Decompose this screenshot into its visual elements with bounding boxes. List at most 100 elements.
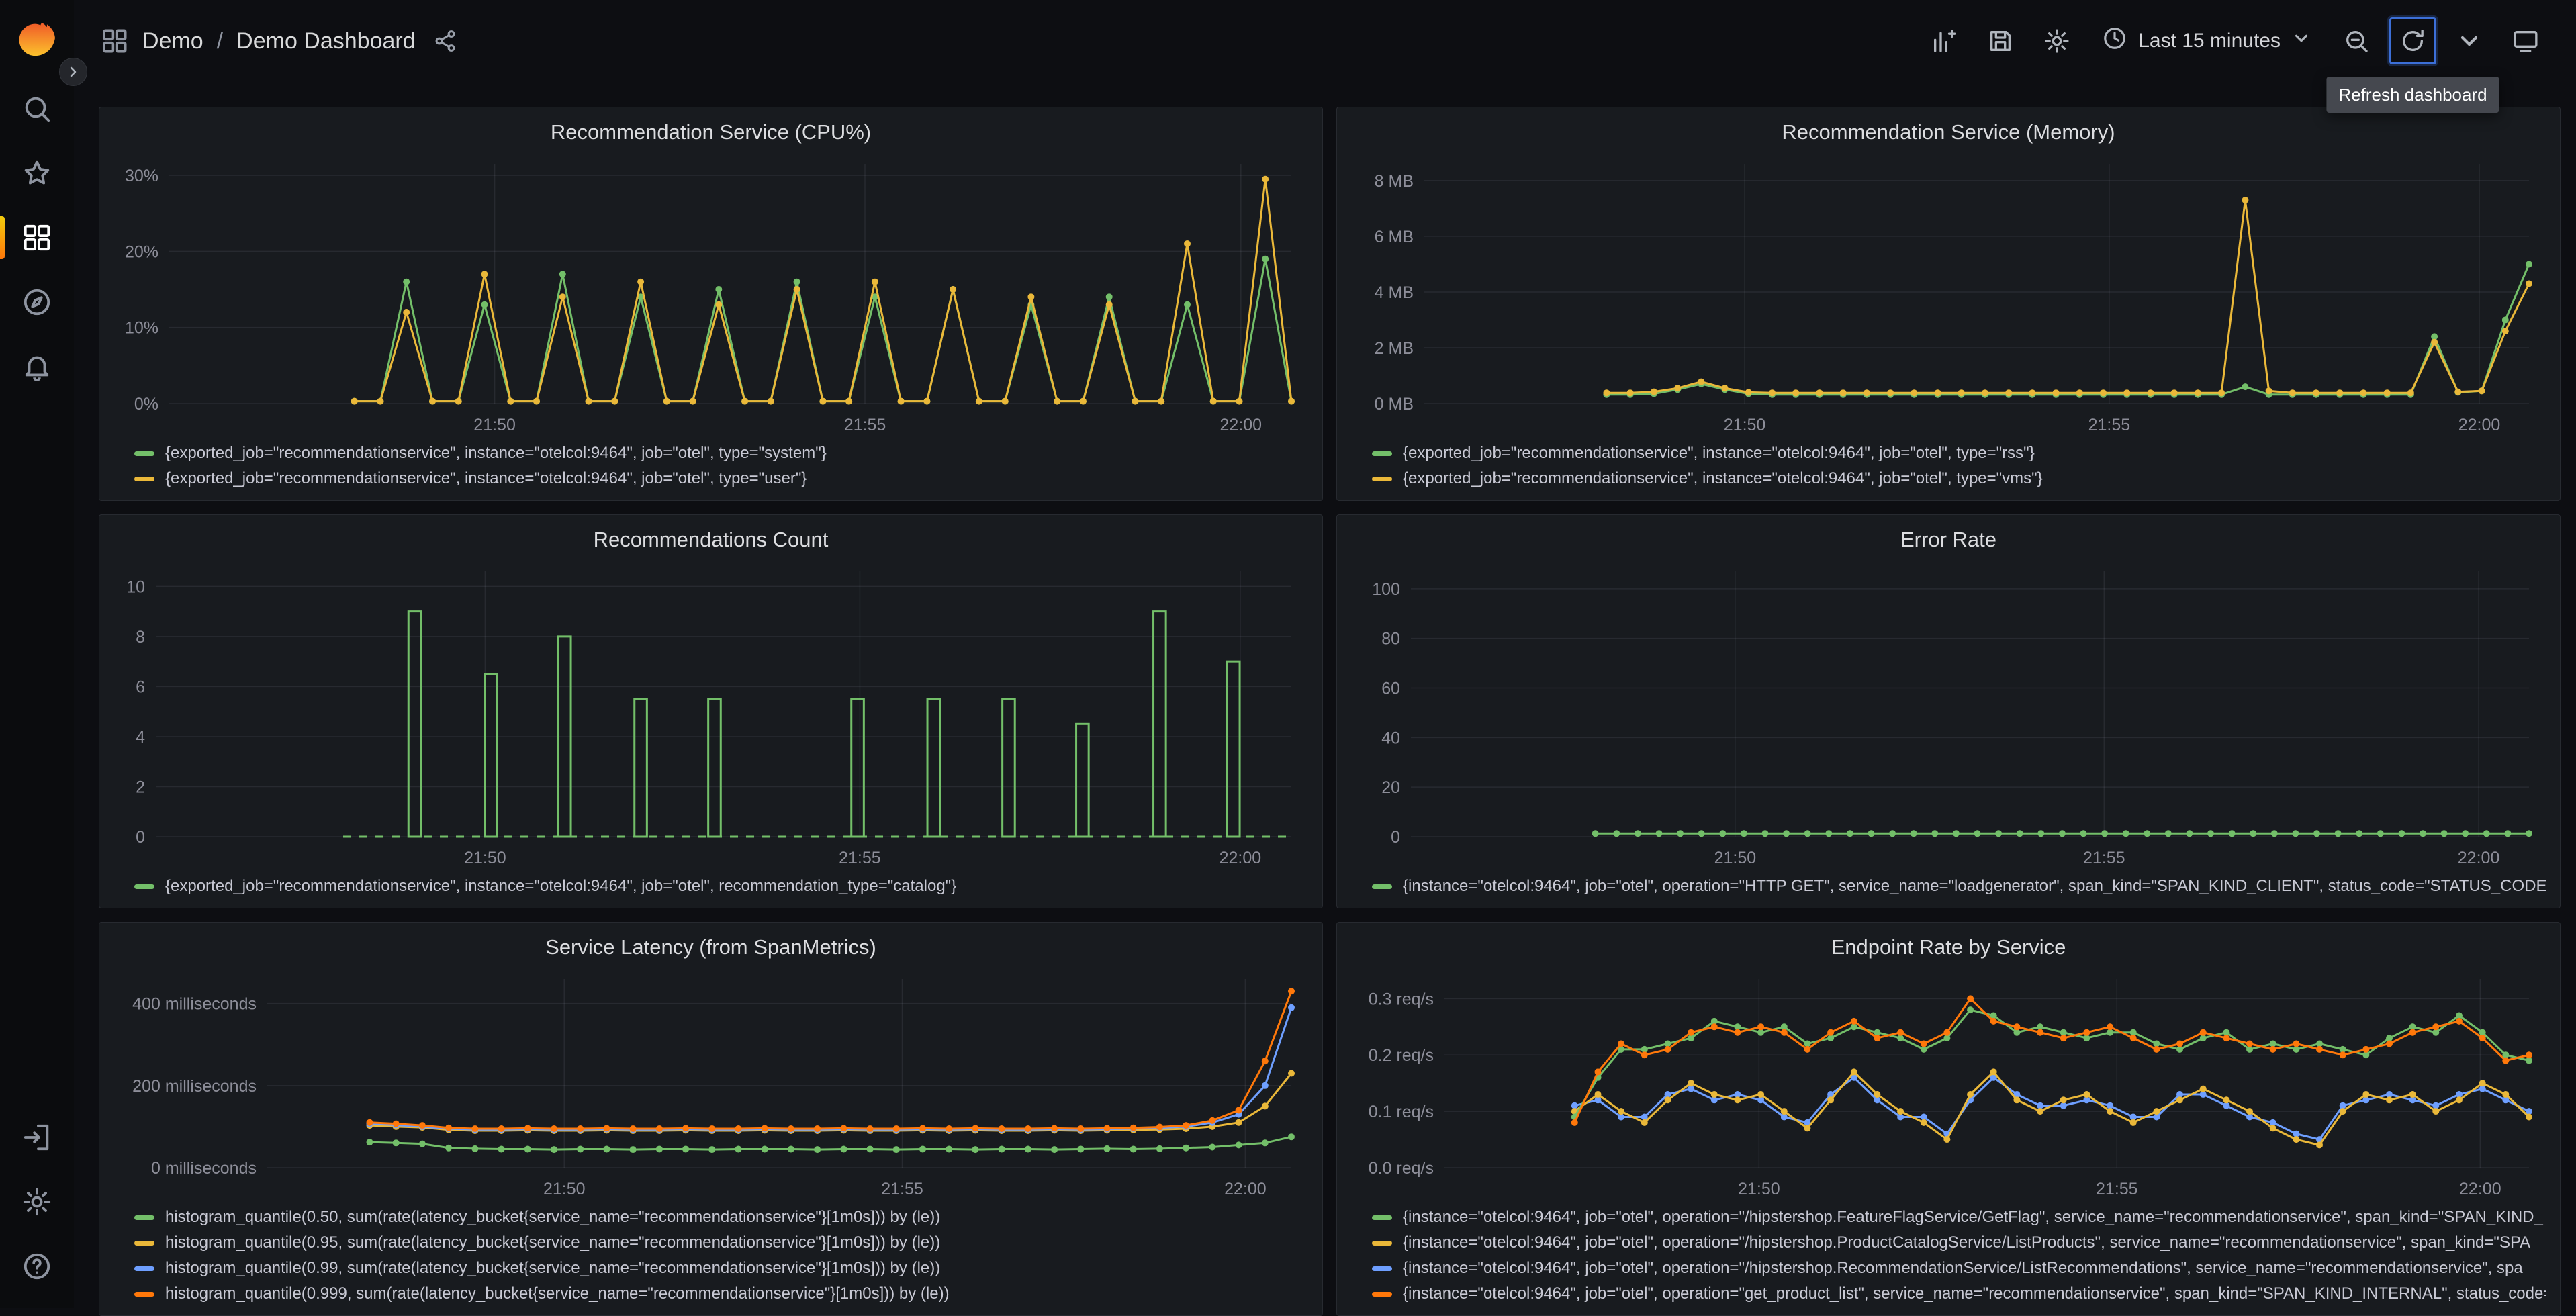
explore-icon[interactable] bbox=[0, 270, 74, 334]
svg-text:22:00: 22:00 bbox=[2458, 849, 2500, 867]
grid-lines bbox=[156, 571, 1291, 837]
legend-item[interactable]: {exported_job="recommendationservice", i… bbox=[1372, 444, 2546, 463]
legend-label: {instance="otelcol:9464", job="otel", op… bbox=[1403, 1259, 2523, 1278]
chart-service-latency[interactable]: 0 milliseconds200 milliseconds400 millis… bbox=[113, 967, 1309, 1203]
legend-color-marker bbox=[134, 451, 154, 456]
svg-text:21:55: 21:55 bbox=[844, 416, 886, 434]
sidebar-expand-button[interactable] bbox=[59, 58, 87, 86]
svg-text:0.1 req/s: 0.1 req/s bbox=[1369, 1102, 1434, 1121]
chart-error-rate[interactable]: 02040608010021:5021:5522:00 bbox=[1350, 559, 2546, 872]
dashboard-settings-icon[interactable] bbox=[2033, 17, 2080, 64]
alerting-bell-icon[interactable] bbox=[0, 334, 74, 399]
time-range-label: Last 15 minutes bbox=[2138, 30, 2281, 52]
svg-text:22:00: 22:00 bbox=[2458, 416, 2501, 434]
legend-label: {instance="otelcol:9464", job="otel", op… bbox=[1403, 1208, 2543, 1227]
legend-color-marker bbox=[134, 1215, 154, 1220]
legend-item[interactable]: {exported_job="recommendationservice", i… bbox=[1372, 469, 2546, 488]
breadcrumb-section[interactable]: Demo bbox=[142, 28, 203, 54]
svg-text:21:50: 21:50 bbox=[1738, 1180, 1780, 1198]
legend-item[interactable]: histogram_quantile(0.95, sum(rate(latenc… bbox=[134, 1233, 1309, 1252]
chart-cpu[interactable]: 0%10%20%30%21:5021:5522:00 bbox=[113, 152, 1309, 438]
sign-in-icon[interactable] bbox=[0, 1105, 74, 1170]
svg-text:22:00: 22:00 bbox=[1220, 849, 1262, 867]
add-panel-icon[interactable] bbox=[1921, 17, 1968, 64]
legend-memory: {exported_job="recommendationservice", i… bbox=[1350, 438, 2546, 489]
save-dashboard-icon[interactable] bbox=[1977, 17, 2024, 64]
help-icon[interactable] bbox=[0, 1234, 74, 1299]
chart-canvas: 0 MB2 MB4 MB6 MB8 MB21:5021:5522:00 bbox=[1350, 152, 2546, 438]
svg-text:30%: 30% bbox=[125, 167, 158, 185]
svg-text:6: 6 bbox=[136, 677, 145, 696]
legend-item[interactable]: {exported_job="recommendationservice", i… bbox=[134, 469, 1309, 488]
chart-endpoint-rate[interactable]: 0.0 req/s0.1 req/s0.2 req/s0.3 req/s21:5… bbox=[1350, 967, 2546, 1203]
panel-title[interactable]: Recommendation Service (Memory) bbox=[1350, 115, 2546, 152]
svg-text:400 milliseconds: 400 milliseconds bbox=[132, 995, 257, 1014]
legend-label: {exported_job="recommendationservice", i… bbox=[165, 877, 956, 896]
svg-text:8 MB: 8 MB bbox=[1375, 172, 1414, 191]
panel-title[interactable]: Service Latency (from SpanMetrics) bbox=[113, 931, 1309, 967]
svg-text:21:50: 21:50 bbox=[464, 849, 506, 867]
zoom-out-icon[interactable] bbox=[2333, 17, 2380, 64]
chart-canvas: 0%10%20%30%21:5021:5522:00 bbox=[113, 152, 1309, 438]
settings-gear-icon[interactable] bbox=[0, 1170, 74, 1234]
share-icon[interactable] bbox=[433, 29, 457, 53]
x-axis-labels: 21:50 21:55 22:00 bbox=[1738, 1180, 2501, 1198]
top-header: Demo / Demo Dashboard Last 15 minutes bbox=[74, 0, 2576, 82]
panel-title[interactable]: Recommendation Service (CPU%) bbox=[113, 115, 1309, 152]
legend-item[interactable]: {instance="otelcol:9464", job="otel", op… bbox=[1372, 1233, 2546, 1252]
legend-item[interactable]: {instance="otelcol:9464", job="otel", op… bbox=[1372, 877, 2546, 896]
clock-icon bbox=[2102, 26, 2127, 56]
legend-item[interactable]: {instance="otelcol:9464", job="otel", op… bbox=[1372, 1208, 2546, 1227]
legend-label: {exported_job="recommendationservice", i… bbox=[1403, 469, 2043, 488]
legend-item[interactable]: {instance="otelcol:9464", job="otel", op… bbox=[1372, 1259, 2546, 1278]
series-0 bbox=[1603, 261, 2532, 397]
legend-item[interactable]: {instance="otelcol:9464", job="otel", op… bbox=[1372, 1284, 2546, 1303]
legend-color-marker bbox=[134, 477, 154, 481]
svg-text:20%: 20% bbox=[125, 242, 158, 261]
x-axis-labels: 21:5021:5522:00 bbox=[1724, 416, 2500, 434]
grafana-logo-icon[interactable] bbox=[15, 17, 59, 62]
chart-memory[interactable]: 0 MB2 MB4 MB6 MB8 MB21:5021:5522:00 bbox=[1350, 152, 2546, 438]
breadcrumb-page[interactable]: Demo Dashboard bbox=[236, 28, 415, 54]
legend-item[interactable]: {exported_job="recommendationservice", i… bbox=[134, 444, 1309, 463]
grid-lines bbox=[267, 979, 1291, 1168]
time-range-picker[interactable]: Last 15 minutes bbox=[2090, 17, 2324, 64]
cycle-view-icon[interactable] bbox=[2502, 17, 2549, 64]
starred-icon[interactable] bbox=[0, 141, 74, 205]
search-icon[interactable] bbox=[0, 77, 74, 141]
legend-color-marker bbox=[1372, 1266, 1392, 1271]
legend-item[interactable]: {exported_job="recommendationservice", i… bbox=[134, 877, 1309, 896]
legend-service-latency: histogram_quantile(0.50, sum(rate(latenc… bbox=[113, 1203, 1309, 1305]
svg-text:21:50: 21:50 bbox=[1714, 849, 1757, 867]
breadcrumb-separator: / bbox=[217, 28, 223, 54]
legend-color-marker bbox=[1372, 1241, 1392, 1246]
chart-canvas: 0 milliseconds200 milliseconds400 millis… bbox=[113, 967, 1309, 1203]
panel-title[interactable]: Recommendations Count bbox=[113, 523, 1309, 559]
legend-error-rate: {instance="otelcol:9464", job="otel", op… bbox=[1350, 872, 2546, 897]
panel-title[interactable]: Error Rate bbox=[1350, 523, 2546, 559]
grid-lines bbox=[169, 164, 1291, 404]
legend-color-marker bbox=[1372, 1292, 1392, 1297]
legend-label: {instance="otelcol:9464", job="otel", op… bbox=[1403, 877, 2546, 896]
svg-text:21:50: 21:50 bbox=[473, 416, 516, 434]
svg-text:0: 0 bbox=[136, 828, 145, 847]
legend-label: {exported_job="recommendationservice", i… bbox=[1403, 444, 2035, 463]
svg-text:21:55: 21:55 bbox=[2096, 1180, 2138, 1198]
svg-text:0.0 req/s: 0.0 req/s bbox=[1369, 1159, 1434, 1178]
svg-text:21:50: 21:50 bbox=[543, 1180, 586, 1198]
dashboards-icon[interactable] bbox=[0, 205, 74, 270]
legend-item[interactable]: histogram_quantile(0.50, sum(rate(latenc… bbox=[134, 1208, 1309, 1227]
refresh-interval-chevron-icon[interactable] bbox=[2446, 17, 2493, 64]
chart-canvas: 02040608010021:5021:5522:00 bbox=[1350, 559, 2546, 872]
chart-recommendations-count[interactable]: 024681021:5021:5522:00 bbox=[113, 559, 1309, 872]
svg-text:22:00: 22:00 bbox=[2459, 1180, 2501, 1198]
legend-color-marker bbox=[134, 1241, 154, 1246]
refresh-icon[interactable] bbox=[2389, 17, 2436, 64]
svg-text:2: 2 bbox=[136, 778, 145, 796]
legend-item[interactable]: histogram_quantile(0.999, sum(rate(laten… bbox=[134, 1284, 1309, 1303]
legend-label: {instance="otelcol:9464", job="otel", op… bbox=[1403, 1233, 2530, 1252]
panel-title[interactable]: Endpoint Rate by Service bbox=[1350, 931, 2546, 967]
legend-color-marker bbox=[1372, 451, 1392, 456]
legend-item[interactable]: histogram_quantile(0.99, sum(rate(latenc… bbox=[134, 1259, 1309, 1278]
series-1 bbox=[367, 1070, 1295, 1135]
